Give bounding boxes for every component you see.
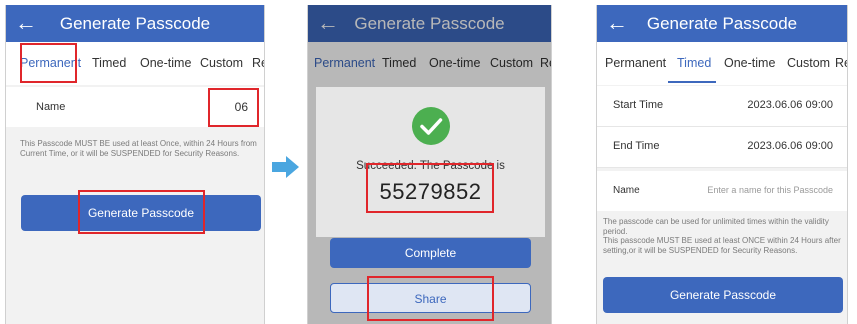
highlight-tab-permanent [20, 43, 77, 83]
tab-timed[interactable]: Timed [677, 56, 711, 70]
usage-note: This Passcode MUST BE used at least Once… [20, 139, 257, 158]
start-time-row[interactable]: Start Time 2023.06.06 09:00 [597, 86, 847, 127]
name-label: Name [613, 185, 640, 196]
validity-note: The passcode can be used for unlimited t… [603, 217, 829, 236]
name-input[interactable]: Enter a name for this Passcode [707, 185, 833, 195]
name-row[interactable]: Name Enter a name for this Passcode [597, 171, 847, 211]
tab-permanent[interactable]: Permanent [605, 56, 666, 70]
tab-one-time[interactable]: One-time [724, 56, 775, 70]
highlight-generate-button [78, 190, 205, 234]
start-time-label: Start Time [613, 99, 664, 111]
tab-recurring[interactable]: Rec [835, 56, 847, 70]
tab-timed[interactable]: Timed [92, 56, 126, 70]
tab-recurring[interactable]: Rec [252, 56, 264, 70]
tab-one-time[interactable]: One-time [140, 56, 191, 70]
highlight-name-input [208, 88, 259, 127]
highlight-passcode [366, 163, 494, 213]
end-time-value[interactable]: 2023.06.06 09:00 [747, 140, 833, 152]
flow-arrow-icon [272, 156, 299, 178]
app-header: ← Generate Passcode [6, 5, 264, 42]
complete-button[interactable]: Complete [330, 238, 531, 268]
screen-timed: ← Generate Passcode Permanent Timed One-… [596, 5, 848, 324]
app-header: ← Generate Passcode [597, 5, 847, 42]
start-time-value[interactable]: 2023.06.06 09:00 [747, 99, 833, 111]
tab-custom[interactable]: Custom [787, 56, 830, 70]
active-tab-indicator [668, 81, 716, 83]
page-title: Generate Passcode [59, 14, 211, 33]
passcode-type-tabs: Permanent Timed One-time Custom Rec [597, 42, 847, 85]
check-circle-icon [412, 107, 450, 145]
success-dialog: Succeeded. The Passcode is 55279852 [316, 87, 545, 237]
end-time-label: End Time [613, 140, 660, 152]
end-time-row[interactable]: End Time 2023.06.06 09:00 [597, 127, 847, 168]
usage-note: This passcode MUST BE used at least ONCE… [603, 236, 841, 255]
page-title: Generate Passcode [646, 14, 798, 33]
name-label: Name [36, 101, 66, 113]
generate-passcode-button[interactable]: Generate Passcode [603, 277, 843, 313]
tab-custom[interactable]: Custom [200, 56, 243, 70]
highlight-share-button [367, 276, 494, 321]
